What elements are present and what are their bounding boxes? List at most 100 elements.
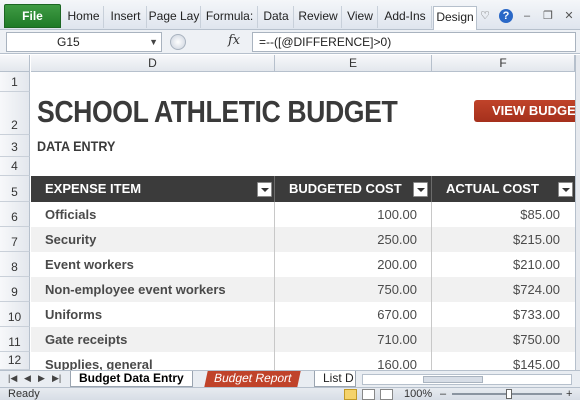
tab-view[interactable]: View [343, 6, 378, 28]
zoom-slider-handle[interactable] [506, 389, 512, 399]
first-sheet-icon[interactable]: |◀ [8, 373, 17, 384]
name-box-value: G15 [57, 35, 80, 49]
filter-dropdown-icon[interactable] [257, 182, 272, 197]
column-header-e[interactable]: E [275, 55, 432, 72]
table-row[interactable]: Security 250.00 $215.00 [31, 227, 575, 252]
header-budgeted-cost: BUDGETED COST [275, 176, 432, 202]
vertical-scrollbar[interactable] [575, 55, 580, 370]
expense-item-cell[interactable]: Non-employee event workers [31, 277, 275, 302]
budgeted-cost-cell[interactable]: 100.00 [275, 202, 432, 227]
column-header-d[interactable]: D [31, 55, 275, 72]
table-row[interactable]: Officials 100.00 $85.00 [31, 202, 575, 227]
actual-cost-cell[interactable]: $750.00 [432, 327, 575, 352]
expense-item-cell[interactable]: Event workers [31, 252, 275, 277]
close-icon[interactable]: ✕ [562, 9, 576, 23]
row-header[interactable]: 12 [0, 352, 30, 370]
ribbon-window-controls: ♡ ? – ❐ ✕ [478, 7, 576, 25]
page-break-view-icon[interactable] [380, 389, 393, 400]
worksheet[interactable]: SCHOOL ATHLETIC BUDGET DATA ENTRY VIEW B… [31, 72, 575, 370]
actual-cost-cell[interactable]: $724.00 [432, 277, 575, 302]
tab-data[interactable]: Data [259, 6, 294, 28]
row-header[interactable]: 4 [0, 157, 30, 176]
row-header[interactable]: 5 [0, 176, 30, 202]
row-header[interactable]: 1 [0, 72, 30, 92]
tab-review[interactable]: Review [295, 6, 342, 28]
tab-add-ins[interactable]: Add-Ins [379, 6, 432, 28]
expense-item-cell[interactable]: Security [31, 227, 275, 252]
budgeted-cost-cell[interactable]: 710.00 [275, 327, 432, 352]
budgeted-cost-cell[interactable]: 250.00 [275, 227, 432, 252]
row-header[interactable]: 8 [0, 252, 30, 277]
sheet-tabs-bar: |◀ ◀ ▶ ▶| Budget Data Entry Budget Repor… [0, 370, 580, 387]
view-budget-button[interactable]: VIEW BUDGE [474, 100, 575, 122]
last-sheet-icon[interactable]: ▶| [52, 373, 61, 384]
page-layout-view-icon[interactable] [362, 389, 375, 400]
actual-cost-cell[interactable]: $733.00 [432, 302, 575, 327]
filter-dropdown-icon[interactable] [413, 182, 428, 197]
actual-cost-cell[interactable]: $145.00 [432, 352, 575, 370]
table-row[interactable]: Gate receipts 710.00 $750.00 [31, 327, 575, 352]
horizontal-scrollbar[interactable] [362, 374, 572, 385]
row-header[interactable]: 9 [0, 277, 30, 302]
column-header-f[interactable]: F [432, 55, 575, 72]
budgeted-cost-cell[interactable]: 750.00 [275, 277, 432, 302]
actual-cost-cell[interactable]: $215.00 [432, 227, 575, 252]
tab-page-layout[interactable]: Page Lay [148, 6, 201, 28]
expense-item-cell[interactable]: Supplies, general [31, 352, 275, 370]
formula-tools: fx [168, 32, 246, 52]
filter-dropdown-icon[interactable] [558, 182, 573, 197]
help-icon[interactable]: ? [499, 9, 513, 23]
chevron-down-icon[interactable]: ▼ [149, 33, 158, 51]
table-row[interactable]: Uniforms 670.00 $733.00 [31, 302, 575, 327]
zoom-out-icon[interactable]: – [440, 388, 446, 400]
header-label: EXPENSE ITEM [45, 181, 142, 196]
name-box[interactable]: G15 ▼ [6, 32, 162, 52]
expense-item-cell[interactable]: Gate receipts [31, 327, 275, 352]
row-header[interactable]: 7 [0, 227, 30, 252]
insert-function-icon[interactable]: fx [228, 33, 240, 48]
row-header[interactable]: 2 [0, 92, 30, 135]
budgeted-cost-cell[interactable]: 160.00 [275, 352, 432, 370]
minimize-icon[interactable]: – [520, 9, 534, 23]
expense-item-cell[interactable]: Officials [31, 202, 275, 227]
status-bar: Ready 100% – + [0, 387, 580, 400]
restore-icon[interactable]: ❐ [541, 9, 555, 23]
scrollbar-thumb[interactable] [423, 376, 483, 383]
budgeted-cost-cell[interactable]: 670.00 [275, 302, 432, 327]
row-header[interactable]: 6 [0, 202, 30, 227]
zoom-in-icon[interactable]: + [566, 388, 572, 400]
zoom-level[interactable]: 100% [404, 388, 432, 400]
row-header[interactable]: 3 [0, 135, 30, 157]
sheet-tab-budget-data-entry[interactable]: Budget Data Entry [70, 371, 193, 387]
formula-bar: G15 ▼ fx =--([@DIFFERENCE]>0) [0, 30, 580, 54]
row-header[interactable]: 11 [0, 327, 30, 352]
sheet-tab-budget-report[interactable]: Budget Report [204, 371, 302, 387]
select-all-corner[interactable] [0, 55, 30, 72]
actual-cost-cell[interactable]: $85.00 [432, 202, 575, 227]
expand-icon[interactable] [170, 34, 186, 50]
status-ready: Ready [8, 388, 40, 400]
row-header[interactable]: 10 [0, 302, 30, 327]
table-row[interactable]: Supplies, general 160.00 $145.00 [31, 352, 575, 370]
next-sheet-icon[interactable]: ▶ [38, 373, 45, 384]
sheet-tab-list[interactable]: List D [314, 371, 356, 387]
header-label: ACTUAL COST [446, 181, 539, 196]
tab-formulas[interactable]: Formula: [202, 6, 258, 28]
actual-cost-cell[interactable]: $210.00 [432, 252, 575, 277]
normal-view-icon[interactable] [344, 389, 357, 400]
header-label: BUDGETED COST [289, 181, 402, 196]
expense-item-cell[interactable]: Uniforms [31, 302, 275, 327]
page-subtitle: DATA ENTRY [37, 138, 116, 154]
tab-file[interactable]: File [4, 4, 61, 28]
budgeted-cost-cell[interactable]: 200.00 [275, 252, 432, 277]
tab-design[interactable]: Design [433, 6, 477, 30]
table-row[interactable]: Non-employee event workers 750.00 $724.0… [31, 277, 575, 302]
formula-input[interactable]: =--([@DIFFERENCE]>0) [252, 32, 576, 52]
table-row[interactable]: Event workers 200.00 $210.00 [31, 252, 575, 277]
tab-home[interactable]: Home [64, 6, 104, 28]
tab-insert[interactable]: Insert [105, 6, 147, 28]
ribbon-collapse-icon[interactable]: ♡ [478, 9, 492, 23]
page-title: SCHOOL ATHLETIC BUDGET [37, 94, 398, 129]
table-header: EXPENSE ITEM BUDGETED COST ACTUAL COST [31, 176, 575, 202]
prev-sheet-icon[interactable]: ◀ [24, 373, 31, 384]
